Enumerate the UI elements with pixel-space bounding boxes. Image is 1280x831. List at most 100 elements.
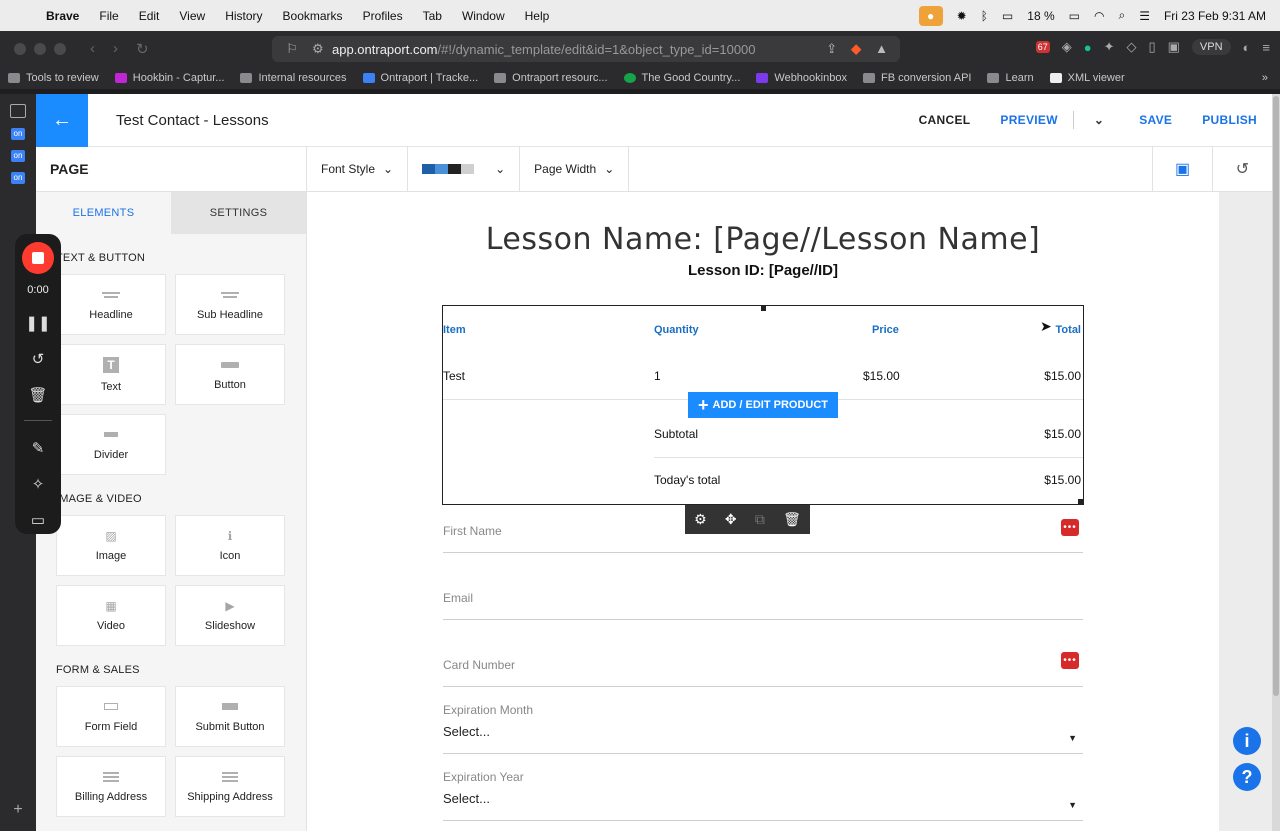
resize-handle[interactable] bbox=[1078, 499, 1083, 504]
bookmark-xml-viewer[interactable]: XML viewer bbox=[1042, 72, 1133, 84]
magic-wand-icon[interactable]: ✧ bbox=[32, 475, 45, 493]
menu-history[interactable]: History bbox=[215, 9, 272, 23]
page-scrollbar[interactable] bbox=[1272, 94, 1280, 831]
more-options-icon[interactable]: ••• bbox=[1061, 519, 1079, 536]
element-image[interactable]: ▨ Image bbox=[56, 515, 166, 576]
display-icon[interactable]: ▭ bbox=[1002, 9, 1013, 23]
font-style-dropdown[interactable]: Font Style ⌄ bbox=[307, 146, 409, 192]
element-icon[interactable]: ℹ Icon bbox=[175, 515, 285, 576]
cancel-button[interactable]: CANCEL bbox=[904, 113, 986, 127]
battery-icon[interactable]: ▭ bbox=[1069, 9, 1080, 23]
camera-icon[interactable]: ▭ bbox=[31, 511, 45, 529]
bookmark-ontraport-resources[interactable]: Ontraport resourc... bbox=[486, 72, 615, 84]
menu-icon[interactable]: ≡ bbox=[1262, 40, 1270, 55]
lesson-id-subheadline[interactable]: Lesson ID: [Page//ID] bbox=[307, 262, 1219, 279]
brave-shields-icon[interactable]: ◆ bbox=[851, 41, 861, 57]
forward-nav-icon[interactable]: › bbox=[113, 40, 118, 58]
element-headline[interactable]: Headline bbox=[56, 274, 166, 335]
email-field[interactable]: Email bbox=[443, 591, 1083, 620]
extension-badge-count[interactable]: 67 bbox=[1035, 41, 1050, 53]
bookmark-good-country[interactable]: The Good Country... bbox=[616, 72, 749, 84]
element-text[interactable]: T Text bbox=[56, 344, 166, 405]
sidebar-panel-icon[interactable] bbox=[10, 104, 26, 118]
extension-icon[interactable]: ◇ bbox=[1126, 39, 1136, 55]
color-scheme-dropdown[interactable]: ⌄ bbox=[408, 146, 521, 192]
bookmark-hookbin[interactable]: Hookbin - Captur... bbox=[107, 72, 233, 84]
brave-rewards-icon[interactable]: ▲ bbox=[875, 41, 888, 57]
element-slideshow[interactable]: ▶ Slideshow bbox=[175, 585, 285, 646]
clock[interactable]: Fri 23 Feb 9:31 AM bbox=[1164, 9, 1266, 23]
element-billing-address[interactable]: Billing Address bbox=[56, 756, 166, 817]
tab-elements[interactable]: ELEMENTS bbox=[36, 192, 171, 234]
control-center-icon[interactable]: ☰ bbox=[1139, 9, 1150, 23]
bookmark-internal-resources[interactable]: Internal resources bbox=[232, 72, 354, 84]
first-name-field[interactable]: First Name ••• bbox=[443, 519, 1083, 553]
menu-tab[interactable]: Tab bbox=[413, 9, 452, 23]
element-submit-button[interactable]: Submit Button bbox=[175, 686, 285, 747]
address-bar[interactable]: ⚐ ⚙ app.ontraport.com /#!/dynamic_templa… bbox=[272, 36, 900, 62]
element-form-field[interactable]: Form Field bbox=[56, 686, 166, 747]
back-arrow-button[interactable]: ← bbox=[36, 93, 88, 147]
element-video[interactable]: ▦ Video bbox=[56, 585, 166, 646]
ontraport-tab-icon[interactable]: on bbox=[11, 172, 25, 184]
more-bookmarks-icon[interactable]: » bbox=[1262, 72, 1280, 84]
menu-view[interactable]: View bbox=[169, 9, 215, 23]
expiration-year-select[interactable]: Expiration Year Select... ▼ bbox=[443, 770, 1083, 821]
sidebar-toggle-icon[interactable]: ▯ bbox=[1148, 39, 1155, 55]
brightness-icon[interactable]: ✹ bbox=[957, 9, 967, 23]
extension-puzzle-icon[interactable]: ✦ bbox=[1104, 39, 1115, 55]
add-edit-product-button[interactable]: + ADD / EDIT PRODUCT bbox=[688, 392, 838, 418]
vpn-button[interactable]: VPN bbox=[1191, 39, 1231, 55]
save-button[interactable]: SAVE bbox=[1124, 113, 1187, 127]
element-divider[interactable]: Divider bbox=[56, 414, 166, 475]
extension-tag-icon[interactable]: ◈ bbox=[1062, 39, 1072, 55]
wallet-icon[interactable]: ▣ bbox=[1168, 39, 1180, 55]
tab-settings[interactable]: SETTINGS bbox=[171, 192, 306, 234]
page-width-dropdown[interactable]: Page Width ⌄ bbox=[520, 146, 630, 192]
profile-icon[interactable]: ◐ bbox=[1243, 40, 1251, 55]
bookmark-fb-conversion[interactable]: FB conversion API bbox=[855, 72, 980, 84]
more-options-icon[interactable]: ••• bbox=[1061, 652, 1079, 669]
bookmark-learn[interactable]: Learn bbox=[979, 72, 1041, 84]
publish-button[interactable]: PUBLISH bbox=[1187, 113, 1272, 127]
history-icon[interactable]: ↺ bbox=[1212, 146, 1272, 192]
reload-icon[interactable]: ↻ bbox=[136, 40, 149, 58]
add-tab-icon[interactable]: + bbox=[0, 801, 36, 819]
menu-profiles[interactable]: Profiles bbox=[353, 9, 413, 23]
grammarly-icon[interactable]: ● bbox=[1084, 40, 1092, 55]
element-sub-headline[interactable]: Sub Headline bbox=[175, 274, 285, 335]
wifi-icon[interactable]: ◠ bbox=[1094, 9, 1104, 23]
pencil-icon[interactable]: ✎ bbox=[32, 439, 45, 457]
order-summary-block[interactable]: Item Quantity Price Total Test 1 $15.00 … bbox=[442, 305, 1084, 505]
stop-recording-button[interactable] bbox=[22, 242, 54, 274]
resize-handle[interactable] bbox=[761, 306, 766, 311]
pause-icon[interactable]: ❚❚ bbox=[25, 314, 50, 332]
chevron-down-icon[interactable]: ⌄ bbox=[1074, 113, 1124, 127]
ontraport-tab-icon[interactable]: on bbox=[11, 150, 25, 162]
trash-icon[interactable]: 🗑 bbox=[28, 386, 47, 404]
menu-window[interactable]: Window bbox=[452, 9, 515, 23]
bookmark-tools-to-review[interactable]: Tools to review bbox=[0, 72, 107, 84]
responsive-view-icon[interactable]: ▣ bbox=[1152, 146, 1212, 192]
menu-help[interactable]: Help bbox=[515, 9, 560, 23]
bookmark-webhookinbox[interactable]: Webhookinbox bbox=[748, 72, 855, 84]
element-button[interactable]: Button bbox=[175, 344, 285, 405]
lesson-name-headline[interactable]: Lesson Name: [Page//Lesson Name] bbox=[307, 222, 1219, 257]
info-icon[interactable]: i bbox=[1233, 727, 1261, 755]
menu-bookmarks[interactable]: Bookmarks bbox=[273, 9, 353, 23]
card-number-field[interactable]: Card Number ••• bbox=[443, 652, 1083, 687]
site-info-icon[interactable]: ⚙ bbox=[312, 41, 332, 57]
back-nav-icon[interactable]: ‹ bbox=[90, 40, 95, 58]
element-shipping-address[interactable]: Shipping Address bbox=[175, 756, 285, 817]
bluetooth-icon[interactable]: ᛒ bbox=[981, 9, 988, 23]
menu-file[interactable]: File bbox=[89, 9, 128, 23]
help-icon[interactable]: ? bbox=[1233, 763, 1261, 791]
menu-edit[interactable]: Edit bbox=[129, 9, 170, 23]
bookmark-icon[interactable]: ⚐ bbox=[272, 41, 312, 57]
menu-app-name[interactable]: Brave bbox=[46, 9, 89, 23]
ontraport-tab-icon[interactable]: on bbox=[11, 128, 25, 140]
window-controls[interactable] bbox=[0, 43, 66, 55]
bookmark-ontraport-tracker[interactable]: Ontraport | Tracke... bbox=[355, 72, 487, 84]
preview-button[interactable]: PREVIEW bbox=[985, 113, 1072, 127]
spotlight-search-icon[interactable]: ⌕ bbox=[1118, 8, 1125, 23]
